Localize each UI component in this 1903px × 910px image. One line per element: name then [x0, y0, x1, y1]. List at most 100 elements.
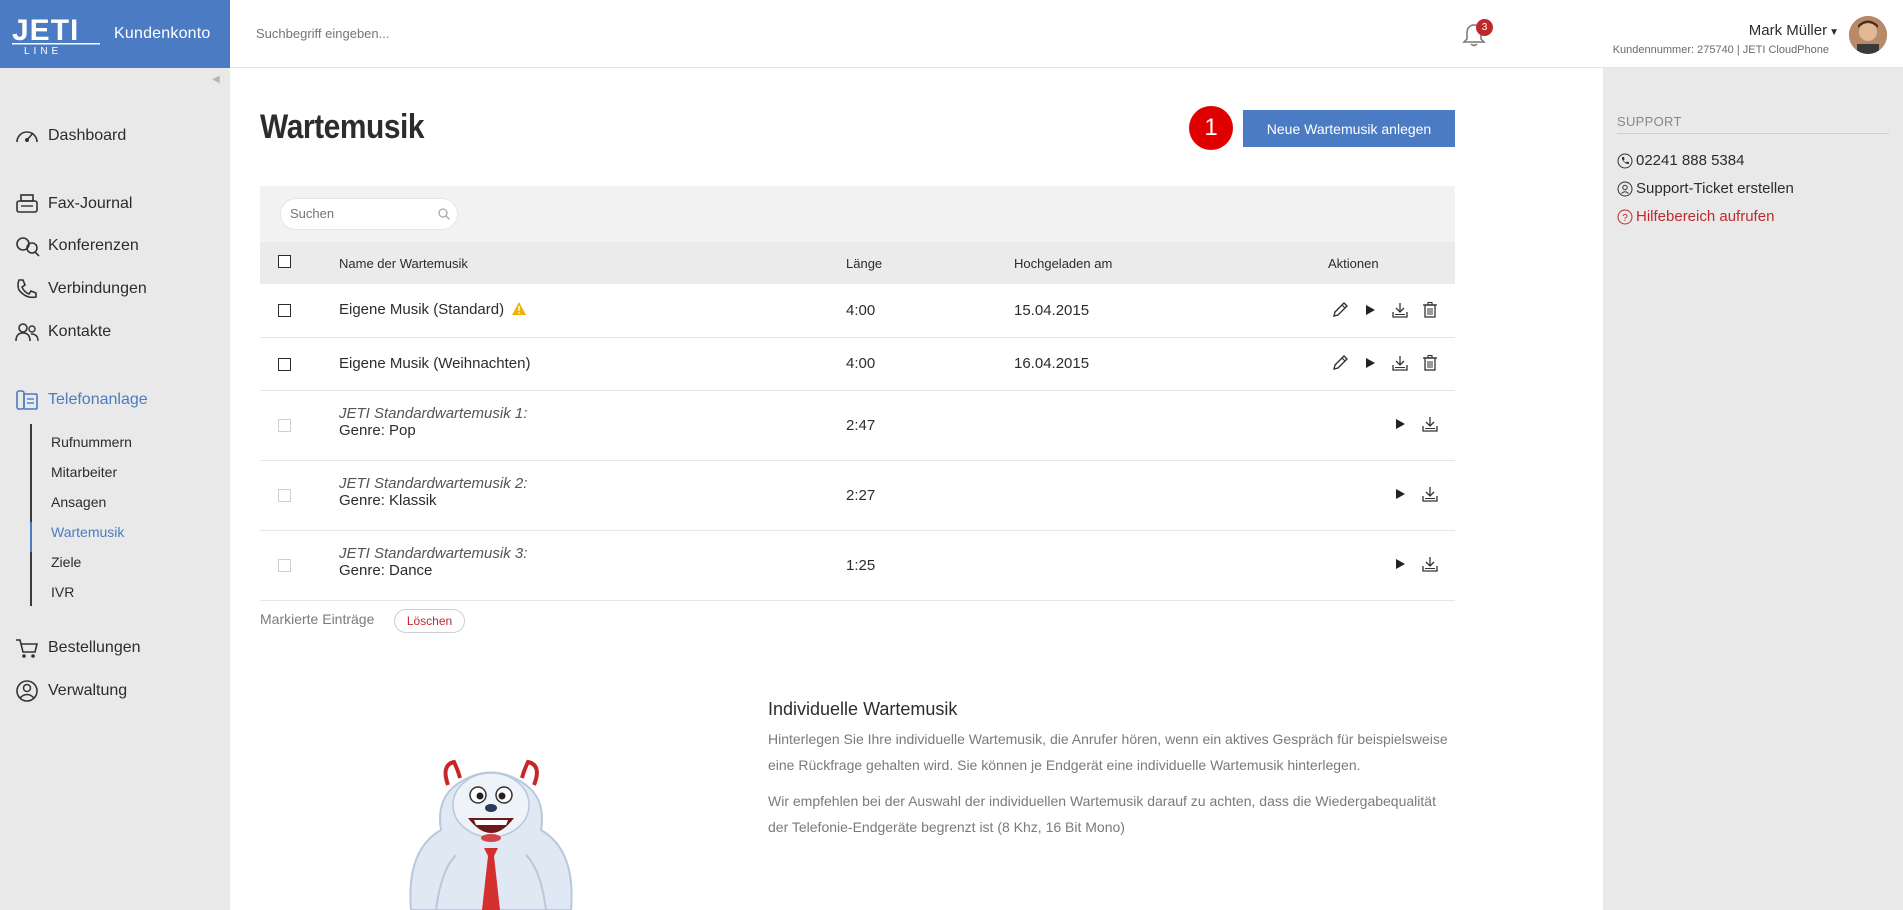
table-row: JETI Standardwartemusik 2: Genre: Klassi… — [260, 461, 1455, 531]
sidebar-item-label: Telefonanlage — [48, 391, 148, 408]
download-icon[interactable] — [1420, 554, 1440, 574]
row-length: 4:00 — [846, 355, 876, 372]
trash-icon[interactable] — [1420, 353, 1440, 373]
download-icon[interactable] — [1390, 300, 1410, 320]
search-input[interactable] — [290, 206, 430, 221]
svg-text:JETI: JETI — [12, 14, 79, 47]
play-icon[interactable] — [1390, 414, 1410, 434]
row-length: 4:00 — [846, 302, 876, 319]
column-header-actions: Aktionen — [1328, 256, 1379, 271]
speedometer-icon — [16, 131, 38, 143]
row-name: JETI Standardwartemusik 3: Genre: Dance — [339, 545, 527, 579]
select-all-checkbox[interactable] — [278, 255, 291, 268]
row-uploaded: 15.04.2015 — [1014, 302, 1090, 319]
phone-icon — [17, 279, 37, 299]
sidebar-item-label: Kontakte — [48, 323, 112, 340]
info-text-line: der Telefonie-Endgeräte begrenzt ist (8 … — [768, 819, 1125, 835]
download-icon[interactable] — [1420, 484, 1440, 504]
download-icon[interactable] — [1390, 353, 1410, 373]
table-row: JETI Standardwartemusik 1: Genre: Pop 2:… — [260, 391, 1455, 461]
sidebar-item-fax-journal[interactable]: Fax-Journal — [14, 192, 132, 216]
sidebar-sub-wartemusik[interactable]: Wartemusik — [51, 524, 124, 540]
sidebar-item-label: Bestellungen — [48, 639, 141, 656]
play-icon[interactable] — [1390, 554, 1410, 574]
jeti-logo: JETI LINE — [12, 14, 100, 56]
sidebar-item-verbindungen[interactable]: Verbindungen — [14, 277, 147, 301]
column-header-length[interactable]: Länge — [846, 256, 882, 271]
delete-selected-button[interactable]: Löschen — [394, 609, 465, 633]
sidebar-sub-ziele[interactable]: Ziele — [51, 554, 81, 570]
wartemusik-table: Name der Wartemusik Länge Hochgeladen am… — [260, 186, 1455, 601]
info-title: Individuelle Wartemusik — [768, 699, 958, 719]
support-panel: SUPPORT 02241 888 5384 Support-Ticket er… — [1603, 68, 1903, 910]
row-length: 2:27 — [846, 487, 876, 504]
submenu-active-marker — [30, 522, 32, 552]
support-phone[interactable]: 02241 888 5384 — [1617, 152, 1744, 169]
warning-icon — [512, 302, 527, 315]
row-uploaded: 16.04.2015 — [1014, 355, 1090, 372]
svg-text:LINE: LINE — [24, 46, 62, 56]
info-text-line: Hinterlegen Sie Ihre individuelle Wartem… — [768, 731, 1448, 747]
support-phone-label: 02241 888 5384 — [1636, 152, 1745, 169]
sidebar-item-konferenzen[interactable]: Konferenzen — [14, 234, 139, 258]
download-icon[interactable] — [1420, 414, 1440, 434]
fax-icon — [16, 194, 38, 213]
table-header: Name der Wartemusik Länge Hochgeladen am… — [260, 242, 1455, 284]
row-checkbox — [278, 559, 291, 572]
sidebar-sub-ivr[interactable]: IVR — [51, 584, 74, 600]
svg-text:?: ? — [1622, 213, 1628, 224]
avatar[interactable] — [1849, 16, 1887, 54]
sidebar-item-bestellungen[interactable]: Bestellungen — [14, 636, 141, 660]
row-length: 2:47 — [846, 417, 876, 434]
column-header-name[interactable]: Name der Wartemusik — [339, 256, 468, 271]
edit-icon[interactable] — [1330, 300, 1350, 320]
brand[interactable]: JETI LINE Kundenkonto — [0, 0, 230, 68]
table-toolbar — [260, 186, 1455, 242]
edit-icon[interactable] — [1330, 353, 1350, 373]
play-icon[interactable] — [1360, 353, 1380, 373]
info-paragraph-2: Wir empfehlen bei der Auswahl der indivi… — [768, 788, 1468, 840]
sidebar-item-label: Verwaltung — [48, 682, 128, 699]
row-name-text: JETI Standardwartemusik 3: — [339, 545, 528, 562]
sidebar-item-telefonanlage[interactable]: Telefonanlage — [14, 388, 148, 412]
row-checkbox[interactable] — [278, 358, 291, 371]
collapse-sidebar-icon[interactable]: ◀ — [212, 74, 220, 85]
help-link[interactable]: ? Hilfebereich aufrufen — [1617, 208, 1774, 225]
sidebar-item-dashboard[interactable]: Dashboard — [14, 124, 126, 148]
step-marker: 1 — [1189, 106, 1233, 150]
row-length: 1:25 — [846, 557, 876, 574]
brand-label: Kundenkonto — [114, 25, 211, 42]
row-name-text: JETI Standardwartemusik 1: — [339, 405, 528, 422]
column-header-uploaded[interactable]: Hochgeladen am — [1014, 256, 1112, 271]
row-name-text: Eigene Musik (Standard) — [339, 301, 505, 318]
row-checkbox[interactable] — [278, 304, 291, 317]
info-paragraph-1: Hinterlegen Sie Ihre individuelle Wartem… — [768, 726, 1468, 778]
cart-icon — [16, 639, 39, 658]
user-menu[interactable]: Mark Müller ▼ — [1749, 22, 1839, 39]
play-icon[interactable] — [1360, 300, 1380, 320]
row-name: Eigene Musik (Weihnachten) — [339, 355, 531, 372]
user-name: Mark Müller — [1748, 22, 1828, 39]
sidebar-item-label: Dashboard — [48, 127, 127, 144]
notification-badge: 3 — [1476, 19, 1493, 36]
sidebar-item-label: Verbindungen — [48, 280, 147, 297]
play-icon[interactable] — [1390, 484, 1410, 504]
trash-icon[interactable] — [1420, 300, 1440, 320]
conference-icon — [16, 237, 40, 257]
row-genre: Genre: Klassik — [339, 492, 437, 509]
sidebar-item-verwaltung[interactable]: Verwaltung — [14, 679, 127, 703]
table-row: Eigene Musik (Weihnachten) 4:00 16.04.20… — [260, 338, 1455, 391]
table-row: JETI Standardwartemusik 3: Genre: Dance … — [260, 531, 1455, 601]
global-search-input[interactable] — [256, 26, 656, 41]
page-title: Wartemusik — [260, 108, 425, 146]
sidebar-sub-mitarbeiter[interactable]: Mitarbeiter — [51, 464, 117, 480]
sidebar-sub-ansagen[interactable]: Ansagen — [51, 494, 106, 510]
table-search[interactable] — [280, 198, 458, 230]
customer-number: Kundennummer: 275740 | JETI CloudPhone — [1612, 44, 1829, 56]
row-checkbox — [278, 489, 291, 502]
sidebar-sub-rufnummern[interactable]: Rufnummern — [51, 434, 132, 450]
support-ticket-link[interactable]: Support-Ticket erstellen — [1617, 180, 1794, 197]
sidebar-item-kontakte[interactable]: Kontakte — [14, 320, 111, 344]
phone-icon — [1617, 153, 1633, 168]
add-wartemusik-button[interactable]: Neue Wartemusik anlegen — [1243, 110, 1455, 147]
